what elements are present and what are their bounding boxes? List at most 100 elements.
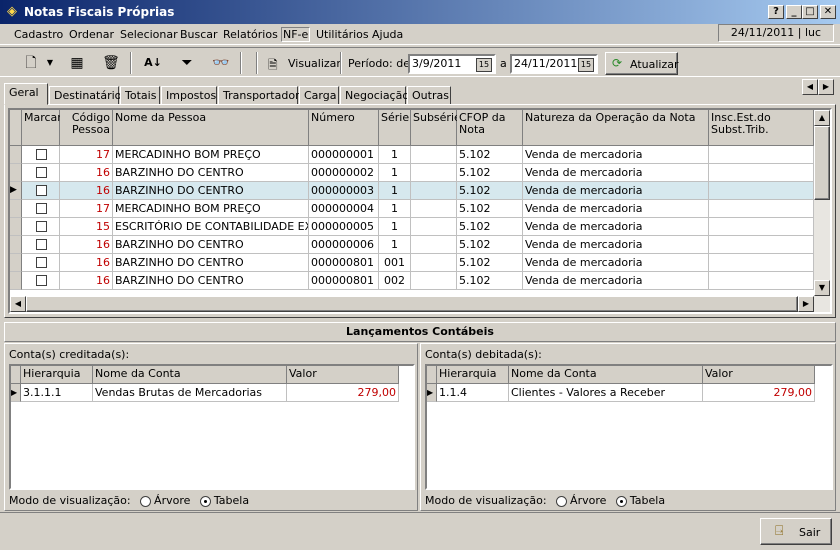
atualizar-button[interactable]: ⟳ Atualizar [605,52,679,75]
tab-negociacao[interactable]: Negociação [340,86,409,105]
hscroll-thumb[interactable] [26,296,798,312]
marcar-checkbox[interactable] [36,185,47,196]
help-button[interactable]: ? [768,5,784,19]
marcar-checkbox[interactable] [36,221,47,232]
new-dropdown-arrow-icon[interactable]: ▼ [44,52,56,74]
header-subserie[interactable]: Subsérie [411,110,461,146]
new-document-icon[interactable]: 🗋 [20,52,42,74]
print-preview-icon[interactable]: 🗎 [268,56,284,72]
scroll-left-icon[interactable]: ◀ [10,296,26,312]
table-row[interactable]: 15ESCRITÓRIO DE CONTABILIDADE EXEMPLO000… [10,218,814,236]
header-marcar[interactable]: Marcar [22,110,62,146]
sair-button[interactable]: ⍈ Sair [760,518,832,545]
table-row[interactable]: 16 BARZINHO DO CENTRO 000000002 1 5.102 Venda… [10,164,814,182]
scroll-down-icon[interactable]: ▼ [814,280,830,296]
cell-natureza: Venda de mercadoria [523,146,709,164]
credit-header-valor[interactable]: Valor [287,366,399,384]
menu-buscar[interactable]: Buscar [180,28,218,41]
cell-nome: ESCRITÓRIO DE CONTABILIDADE EXEMPLO [113,218,309,236]
cell-numero: 000000003 [309,182,379,200]
cell-codigo: 16 [60,164,113,182]
header-numero[interactable]: Número [309,110,379,146]
row-indicator [10,218,22,236]
credit-header-hierarquia[interactable]: Hierarquia [21,366,93,384]
tab-carga[interactable]: Carga [299,86,339,105]
debit-header-hierarquia[interactable]: Hierarquia [437,366,509,384]
vertical-scrollbar[interactable]: ▲ ▼ [814,110,830,296]
calendar-icon[interactable]: 15 [578,58,594,72]
table-row[interactable]: 17 MERCADINHO BOM PREÇO 000000004 1 5.102 Ven… [10,200,814,218]
scroll-up-icon[interactable]: ▲ [814,110,830,126]
tab-transportador[interactable]: Transportador [218,86,300,105]
menu-relatorios[interactable]: Relatórios [223,28,278,41]
tab-strip: Geral Destinatário Totais Impostos Trans… [4,79,836,105]
cell-cfop: 5.102 [457,272,523,290]
marcar-checkbox[interactable] [36,149,47,160]
close-button[interactable]: ✕ [820,5,836,19]
menu-cadastro[interactable]: Cadastro [14,28,63,41]
debit-view-mode: Modo de visualização: Árvore Tabela [425,494,665,507]
date-to-field[interactable]: 24/11/2011 15 [510,54,598,74]
menu-ajuda[interactable]: Ajuda [372,28,403,41]
tab-impostos[interactable]: Impostos [161,86,217,105]
credit-grid[interactable]: Hierarquia Nome da Conta Valor ▶ 3.1.1.1… [9,364,415,490]
credit-tabela-label[interactable]: Tabela [214,494,249,507]
header-codigo[interactable]: Código Pessoa [60,110,113,146]
credit-radio-tabela[interactable] [199,495,211,507]
scroll-right-icon[interactable]: ▶ [798,296,814,312]
header-nome[interactable]: Nome da Pessoa [113,110,309,146]
binoculars-search-icon[interactable]: 👓 [210,52,232,74]
marcar-checkbox[interactable] [36,275,47,286]
menu-ordenar[interactable]: Ordenar [69,28,114,41]
header-insc[interactable]: Insc.Est.do Subst.Trib. [709,110,814,146]
sort-az-icon[interactable]: A↓ [142,52,164,74]
maximize-button[interactable]: □ [802,5,818,19]
tab-outras[interactable]: Outras [407,86,451,105]
header-serie[interactable]: Série [379,110,411,146]
debit-grid[interactable]: Hierarquia Nome da Conta Valor ▶ 1.1.4 C… [425,364,833,490]
cell-insc [709,272,814,290]
credit-header-nome[interactable]: Nome da Conta [93,366,287,384]
tab-scroll-right-icon[interactable]: ▶ [818,79,834,95]
menu-nfe[interactable]: NF-e [281,27,311,42]
menu-selecionar[interactable]: Selecionar [120,28,178,41]
tab-scroll-left-icon[interactable]: ◀ [802,79,818,95]
credit-radio-arvore[interactable] [140,495,152,507]
table-row[interactable]: 16 BARZINHO DO CENTRO 000000801 001 5.102 Ven… [10,254,814,272]
marcar-checkbox[interactable] [36,239,47,250]
minimize-button[interactable]: _ [786,5,802,19]
table-row[interactable]: ▶ 16 BARZINHO DO CENTRO 000000003 1 5.102 Vend… [10,182,814,200]
credit-arvore-label[interactable]: Árvore [154,494,190,507]
debit-radio-arvore[interactable] [556,495,568,507]
filter-funnel-icon[interactable]: ⏷ [176,52,198,74]
menu-utilitarios[interactable]: Utilitários [316,28,369,41]
marcar-checkbox[interactable] [36,167,47,178]
debit-radio-tabela[interactable] [615,495,627,507]
scroll-thumb[interactable] [814,126,830,200]
debit-arvore-label[interactable]: Árvore [570,494,606,507]
calendar-icon[interactable]: 15 [476,58,492,72]
debit-header-valor[interactable]: Valor [703,366,815,384]
notas-grid[interactable]: Marcar Código Pessoa Nome da Pessoa Núme… [8,108,832,314]
header-natureza[interactable]: Natureza da Operação da Nota [523,110,709,146]
date-from-field[interactable]: 3/9/2011 15 [408,54,496,74]
table-row[interactable]: 17 MERCADINHO BOM PREÇO 000000001 1 5.102 Ven… [10,146,814,164]
tab-totais[interactable]: Totais [120,86,160,105]
edit-record-icon[interactable]: ▦ [66,52,88,74]
marcar-cell [22,272,60,290]
credit-valor: 279,00 [287,384,399,402]
marcar-cell [22,218,60,236]
tab-geral[interactable]: Geral [4,83,48,105]
marcar-checkbox[interactable] [36,203,47,214]
debit-tabela-label[interactable]: Tabela [630,494,665,507]
marcar-checkbox[interactable] [36,257,47,268]
debit-header-nome[interactable]: Nome da Conta [509,366,703,384]
horizontal-scrollbar[interactable]: ◀ ▶ [10,296,830,312]
cell-insc [709,164,814,182]
visualizar-button[interactable]: Visualizar [288,57,341,70]
delete-trash-icon[interactable]: 🗑 [100,52,122,74]
table-row[interactable]: 16 BARZINHO DO CENTRO 000000006 1 5.102 Venda… [10,236,814,254]
header-cfop[interactable]: CFOP da Nota [457,110,523,146]
table-row[interactable]: 16 BARZINHO DO CENTRO 000000801 002 5.102 Ven… [10,272,814,290]
tab-destinatario[interactable]: Destinatário [49,86,121,105]
